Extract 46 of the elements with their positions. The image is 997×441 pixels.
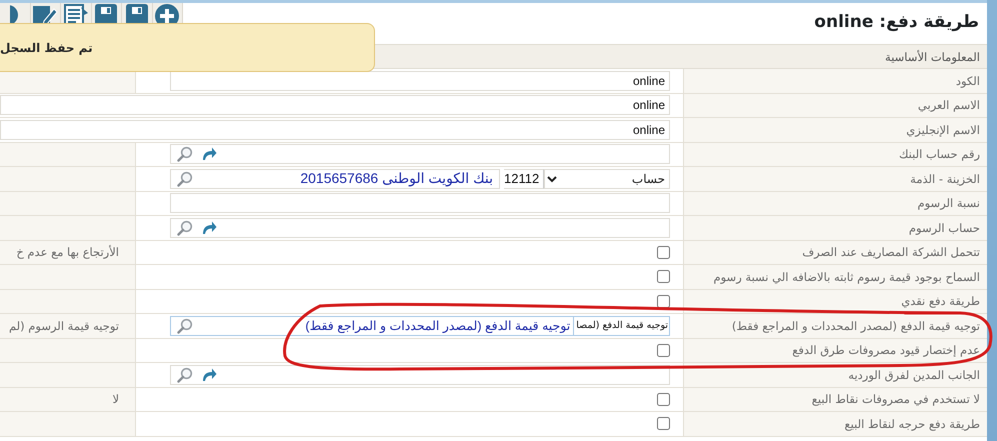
floppy-icon [124, 3, 150, 25]
field-label: الاسم العربي [684, 94, 987, 117]
lookup-field[interactable] [170, 144, 670, 164]
text-field[interactable]: online [170, 70, 670, 91]
field-label: حساب الرسوم [684, 216, 987, 240]
checkbox[interactable] [657, 246, 670, 259]
lookup-field[interactable]: توجيه قيمة الدفع (لمصدر المحددات و المراجع فقط) توجيه قيمة الدفع (لمصا [170, 316, 670, 336]
text-field[interactable]: online [0, 95, 670, 116]
floppy-icon [93, 3, 120, 25]
save-notification: تم حفظ السجل [0, 23, 375, 72]
field-label: لا تستخدم في مصروفات نقاط البيع [684, 388, 987, 411]
lookup-field[interactable]: بنك الكويت الوطنى 2015657686 [170, 168, 500, 189]
checkbox[interactable] [657, 294, 670, 308]
field-label: لا [112, 392, 119, 406]
document-list-icon [62, 3, 89, 25]
search-icon[interactable] [177, 318, 193, 334]
search-icon[interactable] [177, 146, 193, 162]
search-icon[interactable] [177, 366, 193, 383]
field-label: الأرتجاع بها مع عدم خ [16, 245, 119, 260]
field-label: توجيه قيمة الدفع (لمصدر المحددات و المراجع فقط) [684, 314, 987, 338]
checkbox[interactable] [657, 392, 670, 406]
search-icon[interactable] [177, 220, 193, 236]
redo-icon[interactable] [201, 220, 217, 236]
checkbox[interactable] [657, 344, 670, 357]
field-label: الخزينة - الذمة [684, 167, 987, 190]
text-field[interactable]: online [0, 120, 670, 140]
lookup-field[interactable] [170, 218, 670, 238]
field-label: الكود [684, 69, 987, 92]
field-label: طريقة دفع حرجه لنقاط البيع [684, 412, 987, 436]
text-field[interactable] [170, 193, 670, 214]
field-label: تتحمل الشركة المصاريف عند الصرف [684, 240, 987, 264]
checkbox[interactable] [657, 270, 670, 284]
field-label: السماح بوجود قيمة رسوم ثابته بالاضافه الي نسبة رسوم [684, 265, 987, 288]
account-code: 12112 [504, 168, 544, 189]
field-label: رقم حساب البنك [684, 142, 987, 166]
redo-icon[interactable] [201, 146, 217, 162]
redo-icon[interactable] [201, 366, 217, 383]
search-icon[interactable] [177, 170, 193, 187]
field-label: الاسم الإنجليزي [684, 118, 987, 142]
field-label: عدم إختصار قيود مصروفات طرق الدفع [684, 338, 987, 362]
section-title: المعلومات الأساسية [885, 50, 980, 64]
account-type-select[interactable]: حساب [544, 168, 670, 189]
page-title: طريقة دفع: online [814, 12, 979, 32]
field-label: نسبة الرسوم [684, 192, 987, 215]
field-label: توجيه قيمة الرسوم (لم [8, 318, 119, 333]
checkbox[interactable] [657, 417, 670, 430]
